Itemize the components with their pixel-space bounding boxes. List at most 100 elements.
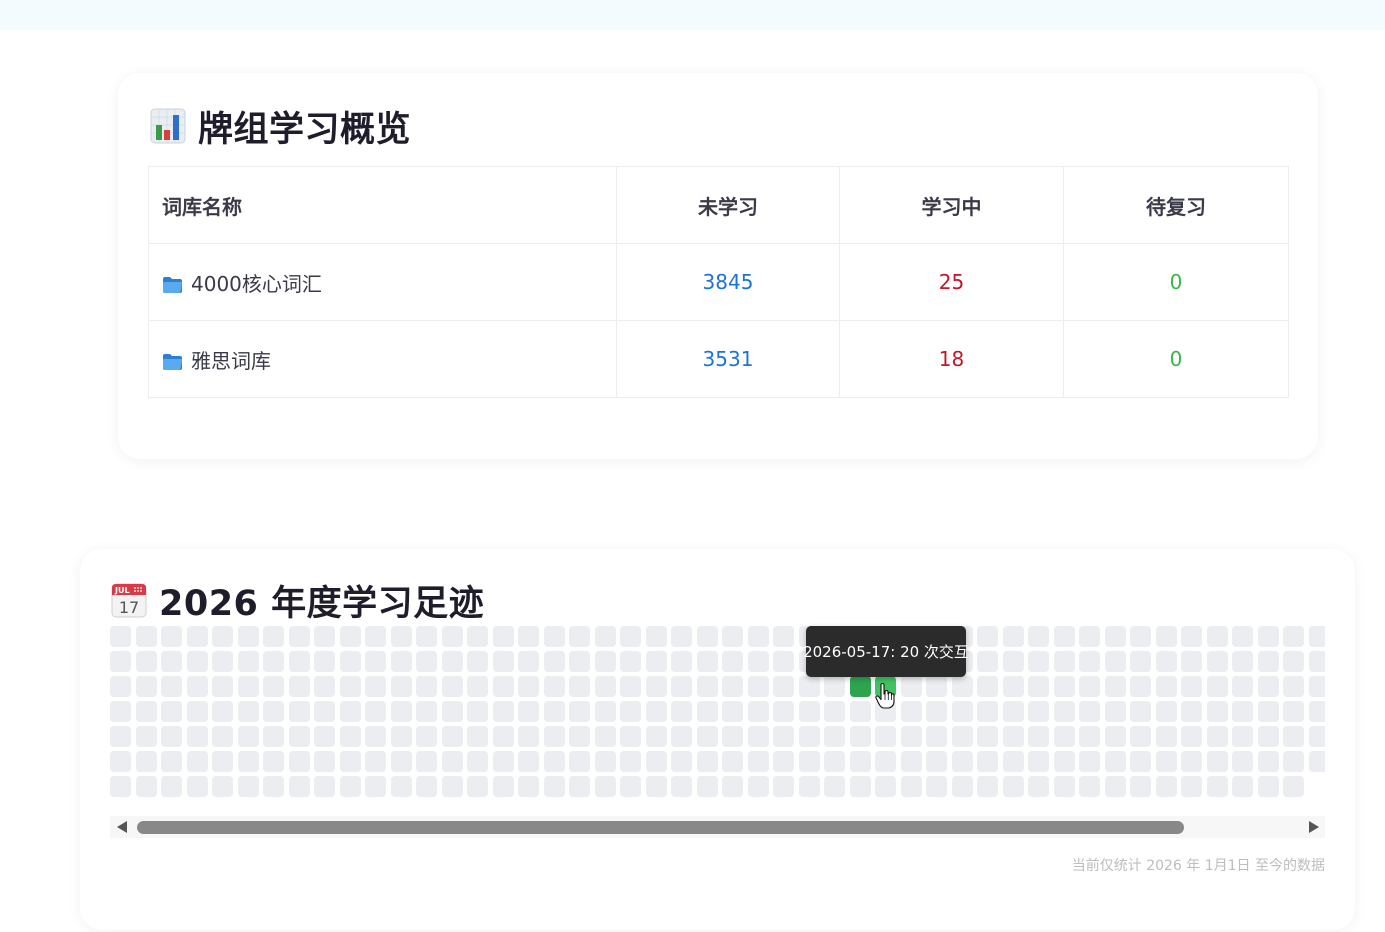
heatmap-day-cell[interactable] bbox=[339, 776, 361, 797]
heatmap-day-cell[interactable] bbox=[569, 676, 590, 697]
heatmap-day-cell[interactable] bbox=[1053, 651, 1075, 672]
heatmap-day-cell[interactable] bbox=[1028, 726, 1049, 747]
heatmap-day-cell[interactable] bbox=[722, 626, 743, 647]
heatmap-day-cell[interactable] bbox=[1104, 701, 1126, 722]
heatmap-day-cell[interactable] bbox=[1079, 651, 1100, 672]
heatmap-day-cell[interactable] bbox=[314, 676, 335, 697]
heatmap-day-cell[interactable] bbox=[518, 776, 539, 797]
heatmap-day-cell[interactable] bbox=[977, 726, 998, 747]
heatmap-day-cell[interactable] bbox=[1130, 701, 1151, 722]
heatmap-day-cell[interactable] bbox=[671, 626, 692, 647]
heatmap-day-cell[interactable] bbox=[747, 626, 769, 647]
heatmap-day-cell[interactable] bbox=[696, 701, 718, 722]
heatmap-day-cell[interactable] bbox=[1053, 626, 1075, 647]
heatmap-day-cell[interactable] bbox=[110, 626, 131, 647]
heatmap-day-cell[interactable] bbox=[798, 751, 820, 772]
heatmap-day-cell[interactable] bbox=[671, 751, 692, 772]
heatmap-day-cell[interactable] bbox=[492, 751, 514, 772]
heatmap-day-cell[interactable] bbox=[314, 651, 335, 672]
heatmap-day-cell[interactable] bbox=[1028, 626, 1049, 647]
heatmap-day-cell[interactable] bbox=[492, 776, 514, 797]
heatmap-day-cell[interactable] bbox=[1053, 751, 1075, 772]
heatmap-day-cell[interactable] bbox=[747, 776, 769, 797]
heatmap-day-cell[interactable] bbox=[135, 651, 157, 672]
heatmap-day-cell[interactable] bbox=[390, 651, 412, 672]
heatmap-day-cell[interactable] bbox=[1002, 751, 1024, 772]
heatmap-day-cell[interactable] bbox=[798, 701, 820, 722]
heatmap-day-cell[interactable] bbox=[441, 726, 463, 747]
heatmap-day-cell[interactable] bbox=[620, 651, 641, 672]
heatmap-day-cell[interactable] bbox=[416, 676, 437, 697]
heatmap-day-cell[interactable] bbox=[135, 701, 157, 722]
heatmap-day-cell[interactable] bbox=[1104, 676, 1126, 697]
scrollbar-thumb[interactable] bbox=[137, 821, 1184, 834]
heatmap-day-cell[interactable] bbox=[1028, 651, 1049, 672]
heatmap-day-cell[interactable] bbox=[212, 751, 233, 772]
heatmap-day-cell[interactable] bbox=[1028, 676, 1049, 697]
deck-name-cell[interactable]: 雅思词库 bbox=[148, 320, 617, 398]
heatmap-day-cell[interactable] bbox=[1257, 651, 1279, 672]
heatmap-day-cell[interactable] bbox=[722, 676, 743, 697]
heatmap-day-cell[interactable] bbox=[594, 626, 616, 647]
heatmap-day-cell[interactable] bbox=[161, 651, 182, 672]
heatmap-day-cell[interactable] bbox=[467, 626, 488, 647]
heatmap-day-cell[interactable] bbox=[1155, 651, 1177, 672]
heatmap-day-cell[interactable] bbox=[1308, 651, 1325, 672]
heatmap-day-cell[interactable] bbox=[161, 751, 182, 772]
heatmap-day-cell[interactable] bbox=[1257, 626, 1279, 647]
heatmap-horizontal-scrollbar[interactable] bbox=[110, 816, 1325, 838]
heatmap-day-cell[interactable] bbox=[951, 676, 973, 697]
heatmap-day-cell[interactable] bbox=[314, 726, 335, 747]
heatmap-day-cell[interactable] bbox=[212, 676, 233, 697]
heatmap-day-cell[interactable] bbox=[1283, 776, 1304, 797]
heatmap-day-cell[interactable] bbox=[747, 751, 769, 772]
heatmap-day-cell[interactable] bbox=[1079, 626, 1100, 647]
heatmap-day-cell[interactable] bbox=[441, 776, 463, 797]
heatmap-day-cell[interactable] bbox=[1206, 776, 1228, 797]
heatmap-day-cell[interactable] bbox=[237, 751, 259, 772]
heatmap-day-cell[interactable] bbox=[1130, 651, 1151, 672]
heatmap-day-cell[interactable] bbox=[110, 701, 131, 722]
heatmap-day-cell[interactable] bbox=[1028, 776, 1049, 797]
heatmap-day-cell[interactable] bbox=[186, 651, 208, 672]
heatmap-day-cell[interactable] bbox=[339, 626, 361, 647]
heatmap-day-cell[interactable] bbox=[492, 726, 514, 747]
heatmap-day-cell[interactable] bbox=[543, 726, 565, 747]
heatmap-day-cell[interactable] bbox=[849, 751, 871, 772]
heatmap-day-cell[interactable] bbox=[798, 676, 820, 697]
heatmap-day-cell[interactable] bbox=[135, 776, 157, 797]
heatmap-day-cell[interactable] bbox=[671, 651, 692, 672]
heatmap-day-cell[interactable] bbox=[594, 676, 616, 697]
heatmap-day-cell[interactable] bbox=[390, 676, 412, 697]
heatmap-day-cell[interactable] bbox=[186, 676, 208, 697]
heatmap-day-cell[interactable] bbox=[1257, 676, 1279, 697]
heatmap-day-cell[interactable] bbox=[1181, 726, 1202, 747]
heatmap-day-cell[interactable] bbox=[696, 676, 718, 697]
heatmap-day-cell[interactable] bbox=[365, 726, 386, 747]
heatmap-day-cell[interactable] bbox=[1308, 751, 1325, 772]
heatmap-day-cell[interactable] bbox=[161, 676, 182, 697]
heatmap-day-cell[interactable] bbox=[620, 776, 641, 797]
heatmap-day-cell[interactable] bbox=[1079, 701, 1100, 722]
heatmap-day-cell[interactable] bbox=[543, 651, 565, 672]
heatmap-day-cell[interactable] bbox=[1232, 701, 1253, 722]
heatmap-day-cell[interactable] bbox=[1308, 701, 1325, 722]
heatmap-day-cell[interactable] bbox=[773, 626, 794, 647]
heatmap-day-cell[interactable] bbox=[1181, 626, 1202, 647]
heatmap-day-cell[interactable] bbox=[1079, 776, 1100, 797]
heatmap-day-cell[interactable] bbox=[977, 701, 998, 722]
heatmap-day-cell[interactable] bbox=[1257, 776, 1279, 797]
heatmap-day-cell[interactable] bbox=[1232, 726, 1253, 747]
heatmap-day-cell[interactable] bbox=[339, 676, 361, 697]
heatmap-day-cell[interactable] bbox=[645, 676, 667, 697]
heatmap-day-cell[interactable] bbox=[492, 701, 514, 722]
heatmap-day-cell[interactable] bbox=[237, 776, 259, 797]
heatmap-day-cell[interactable] bbox=[849, 726, 871, 747]
heatmap-day-cell[interactable] bbox=[543, 626, 565, 647]
heatmap-day-cell[interactable] bbox=[1181, 651, 1202, 672]
heatmap-day-cell[interactable] bbox=[900, 676, 922, 697]
heatmap-day-cell[interactable] bbox=[1232, 776, 1253, 797]
heatmap-day-cell[interactable] bbox=[314, 751, 335, 772]
heatmap-day-cell[interactable] bbox=[1002, 676, 1024, 697]
heatmap-day-cell[interactable] bbox=[620, 676, 641, 697]
